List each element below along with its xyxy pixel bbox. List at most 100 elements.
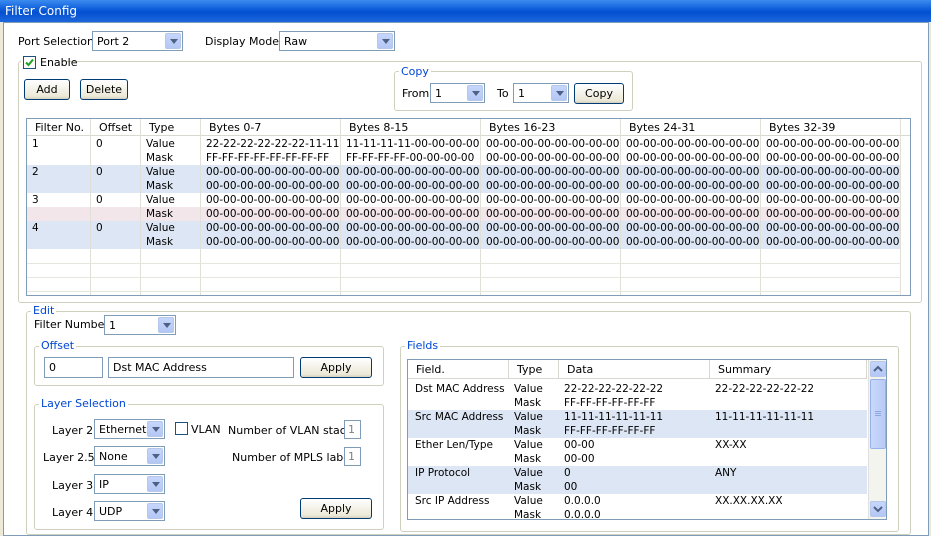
filter-table-cell	[27, 151, 91, 165]
copy-from-label: From	[402, 87, 430, 100]
offset-value-field[interactable]: 0	[44, 357, 103, 378]
filter-table-header[interactable]: Bytes 16-23	[481, 119, 621, 136]
copy-button[interactable]: Copy	[574, 83, 624, 104]
vlan-checkbox[interactable]	[175, 422, 188, 435]
layer-selection-title: Layer Selection	[39, 397, 128, 410]
filter-table-cell: 0	[96, 138, 103, 150]
vlan-stacks-field[interactable]: 1	[344, 420, 361, 439]
filter-table-cell: 00-00-00-00-00-00-00-00	[766, 180, 900, 192]
filter-table-cell: 00-00-00-00-00-00-00-00	[766, 236, 900, 248]
display-mode-value: Raw	[284, 35, 308, 48]
filter-table-cell: 22-22-22-22-22-22-11-11	[206, 138, 340, 150]
fields-table-cell: 0.0.0.0	[564, 495, 601, 507]
column-divider	[760, 119, 761, 295]
filter-table-cell: 00-00-00-00-00-00-00-00	[206, 208, 340, 220]
filter-table-cell: Mask	[146, 208, 174, 220]
chevron-down-icon[interactable]	[158, 317, 174, 333]
filter-table-header[interactable]: Filter No.	[27, 119, 91, 136]
fields-table-cell	[410, 508, 511, 519]
fields-table-cell: 00	[564, 481, 578, 493]
scroll-down-icon[interactable]	[870, 501, 886, 517]
port-selection-combo[interactable]: Port 2	[92, 31, 183, 51]
chevron-down-icon[interactable]	[551, 85, 567, 101]
fields-table-header[interactable]: Field.	[408, 360, 509, 379]
fields-table-cell: Src MAC Address	[415, 411, 504, 423]
copy-group-title: Copy	[399, 65, 431, 78]
enable-checkbox-row[interactable]: Enable	[21, 54, 77, 70]
filter-table-cell: Value	[146, 138, 175, 150]
filter-table-cell: 00-00-00-00-00-00-00-00	[626, 194, 760, 206]
fields-table-cell: Mask	[514, 481, 542, 493]
filter-table-cell: Mask	[146, 180, 174, 192]
display-mode-combo[interactable]: Raw	[279, 31, 395, 51]
fields-table-cell: Value	[514, 467, 543, 479]
layer25-label: Layer 2.5	[43, 451, 95, 464]
filter-table-cell: 00-00-00-00-00-00-00-00	[346, 236, 480, 248]
fields-table-cell: 11-11-11-11-11-11	[715, 411, 815, 423]
fields-table-cell: 00-00	[564, 439, 595, 451]
filter-table-header[interactable]: Bytes 0-7	[201, 119, 341, 136]
fields-table-cell	[410, 452, 511, 466]
fields-table-cell: Mask	[514, 509, 542, 520]
column-divider	[200, 119, 201, 295]
layer25-combo[interactable]: None	[94, 446, 165, 466]
filter-table-cell: 00-00-00-00-00-00-00-00	[486, 236, 620, 248]
filter-table-cell: 00-00-00-00-00-00-00-00	[626, 236, 760, 248]
enable-checkbox[interactable]	[23, 56, 36, 69]
fields-table-header[interactable]: Type	[509, 360, 559, 379]
filter-table-cell	[91, 179, 141, 193]
fields-scrollbar[interactable]	[868, 360, 886, 519]
chevron-down-icon[interactable]	[377, 33, 393, 49]
fields-table[interactable]: Field. Type Data Summary Dst MAC Address Valu…	[407, 359, 887, 520]
fields-table-cell: Value	[514, 411, 543, 423]
layer3-combo[interactable]: IP	[94, 474, 165, 494]
fields-table-cell	[710, 452, 867, 466]
delete-button[interactable]: Delete	[80, 79, 128, 100]
filter-table-header[interactable]: Bytes 8-15	[341, 119, 481, 136]
layer2-combo[interactable]: Ethernet	[94, 419, 165, 439]
add-button[interactable]: Add	[24, 79, 70, 100]
scroll-up-icon[interactable]	[870, 361, 886, 377]
filter-table-cell: 00-00-00-00-00-00-00-00	[346, 194, 480, 206]
chevron-down-icon[interactable]	[467, 85, 483, 101]
filter-table-cell: 0	[96, 222, 103, 234]
mpls-labels-field[interactable]: 1	[344, 447, 361, 466]
port-selection-label: Port Selection	[18, 35, 94, 48]
chevron-down-icon[interactable]	[147, 421, 163, 437]
filter-table-cell	[91, 151, 141, 165]
filter-table-cell: 00-00-00-00-00-00-00-00	[766, 166, 900, 178]
fields-table-cell: Value	[514, 383, 543, 395]
fields-table-cell: Ether Len/Type	[415, 439, 493, 451]
fields-table-header[interactable]: Data	[559, 360, 710, 379]
offset-name-field[interactable]: Dst MAC Address	[108, 357, 294, 378]
copy-to-label: To	[497, 87, 509, 100]
filter-table-cell: 00-00-00-00-00-00-00-00	[486, 152, 620, 164]
filter-table-header[interactable]: Offset	[91, 119, 141, 136]
layer4-combo[interactable]: UDP	[94, 501, 165, 521]
column-divider	[90, 119, 91, 295]
filter-table-cell: 00-00-00-00-00-00-00-00	[626, 180, 760, 192]
chevron-down-icon[interactable]	[147, 448, 163, 464]
chevron-down-icon[interactable]	[147, 476, 163, 492]
fields-table-cell	[410, 424, 511, 438]
filter-table-cell: FF-FF-FF-FF-FF-FF-FF-FF	[206, 152, 330, 164]
filter-table-cell: Value	[146, 222, 175, 234]
copy-to-combo[interactable]: 1	[513, 83, 569, 103]
layer-apply-button[interactable]: Apply	[300, 498, 372, 519]
filter-table-header[interactable]: Bytes 24-31	[621, 119, 761, 136]
filter-number-combo[interactable]: 1	[104, 315, 176, 335]
scroll-thumb[interactable]	[870, 379, 886, 449]
copy-to-value: 1	[518, 87, 525, 100]
fields-table-cell	[710, 480, 867, 494]
chevron-down-icon[interactable]	[165, 33, 181, 49]
fields-table-header[interactable]: Summary	[710, 360, 867, 379]
chevron-down-icon[interactable]	[147, 503, 163, 519]
filter-table-cell: 0	[96, 194, 103, 206]
filter-table-header[interactable]: Type	[141, 119, 201, 136]
filter-table-cell: 00-00-00-00-00-00-00-00	[486, 208, 620, 220]
filter-table[interactable]: Filter No. Offset Type Bytes 0-7 Bytes 8-15 B…	[26, 118, 911, 296]
copy-from-combo[interactable]: 1	[430, 83, 485, 103]
offset-apply-button[interactable]: Apply	[300, 357, 372, 378]
filter-table-header[interactable]: Bytes 32-39	[761, 119, 901, 136]
filter-table-cell: 00-00-00-00-00-00-00-00	[486, 222, 620, 234]
